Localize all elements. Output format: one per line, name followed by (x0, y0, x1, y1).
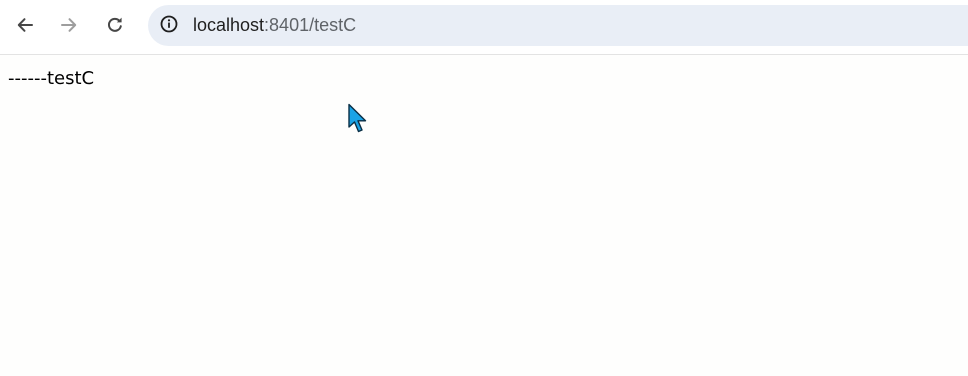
site-info-button[interactable] (156, 13, 182, 39)
back-button[interactable] (8, 8, 42, 42)
url-text[interactable]: localhost:8401/testC (193, 5, 356, 46)
arrow-right-icon (59, 15, 79, 35)
url-host: localhost (193, 15, 265, 35)
address-bar[interactable]: localhost:8401/testC (148, 5, 968, 46)
url-path: :8401/testC (264, 15, 357, 35)
mouse-pointer-icon (347, 103, 371, 135)
arrow-left-icon (15, 15, 35, 35)
reload-button[interactable] (98, 8, 132, 42)
forward-button[interactable] (52, 8, 86, 42)
info-icon (159, 14, 179, 39)
reload-icon (105, 15, 125, 35)
page-body-text: ------testC (8, 68, 95, 89)
browser-toolbar: localhost:8401/testC (0, 0, 968, 55)
